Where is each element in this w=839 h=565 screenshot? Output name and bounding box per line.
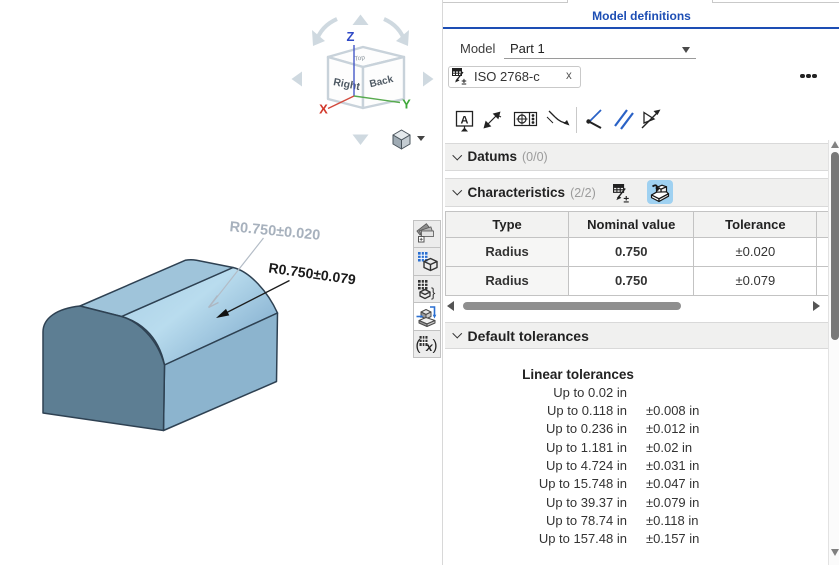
svg-text:±: ± — [462, 77, 467, 87]
svg-text:Z: Z — [347, 29, 355, 44]
svg-text:±: ± — [624, 194, 630, 204]
svg-text:R0.750±0.020: R0.750±0.020 — [229, 219, 321, 244]
svg-text:(: ( — [416, 337, 421, 354]
svg-text:): ) — [433, 337, 438, 354]
svg-text:A: A — [461, 115, 469, 127]
svg-text:}: } — [431, 285, 436, 300]
svg-text:X: X — [319, 102, 328, 117]
svg-text:R0.750±0.079: R0.750±0.079 — [268, 260, 357, 288]
svg-text:Y: Y — [402, 97, 411, 112]
